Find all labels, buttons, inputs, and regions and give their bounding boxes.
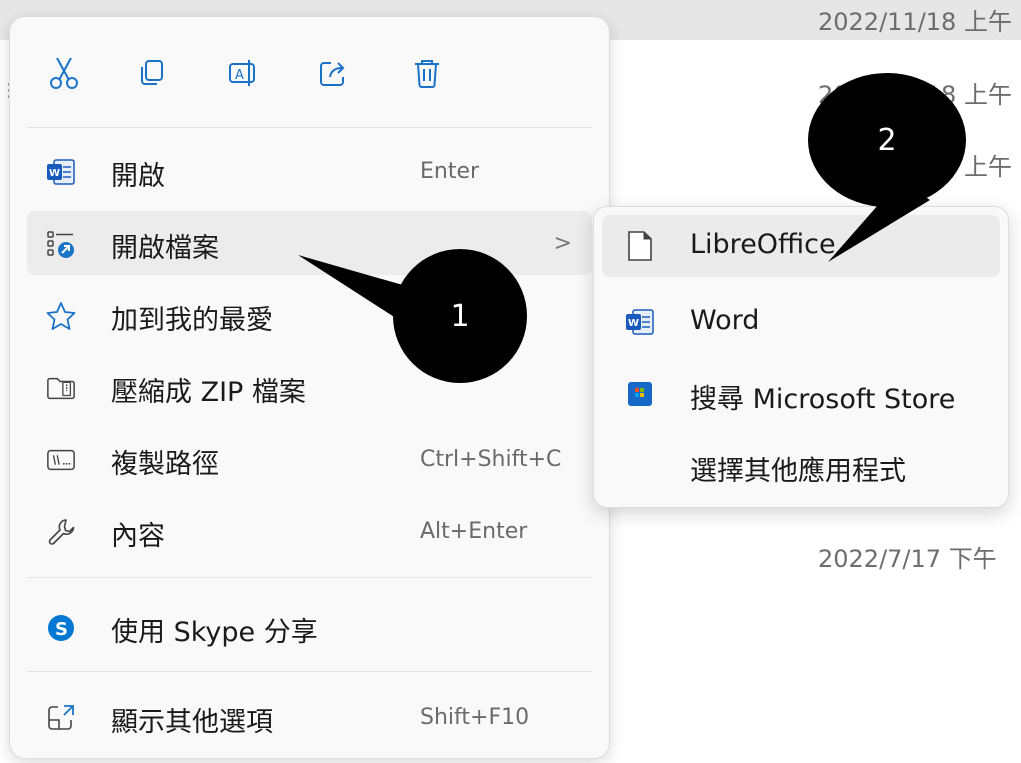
callout-1: 1	[393, 249, 527, 383]
callout-2: 2	[808, 73, 966, 207]
